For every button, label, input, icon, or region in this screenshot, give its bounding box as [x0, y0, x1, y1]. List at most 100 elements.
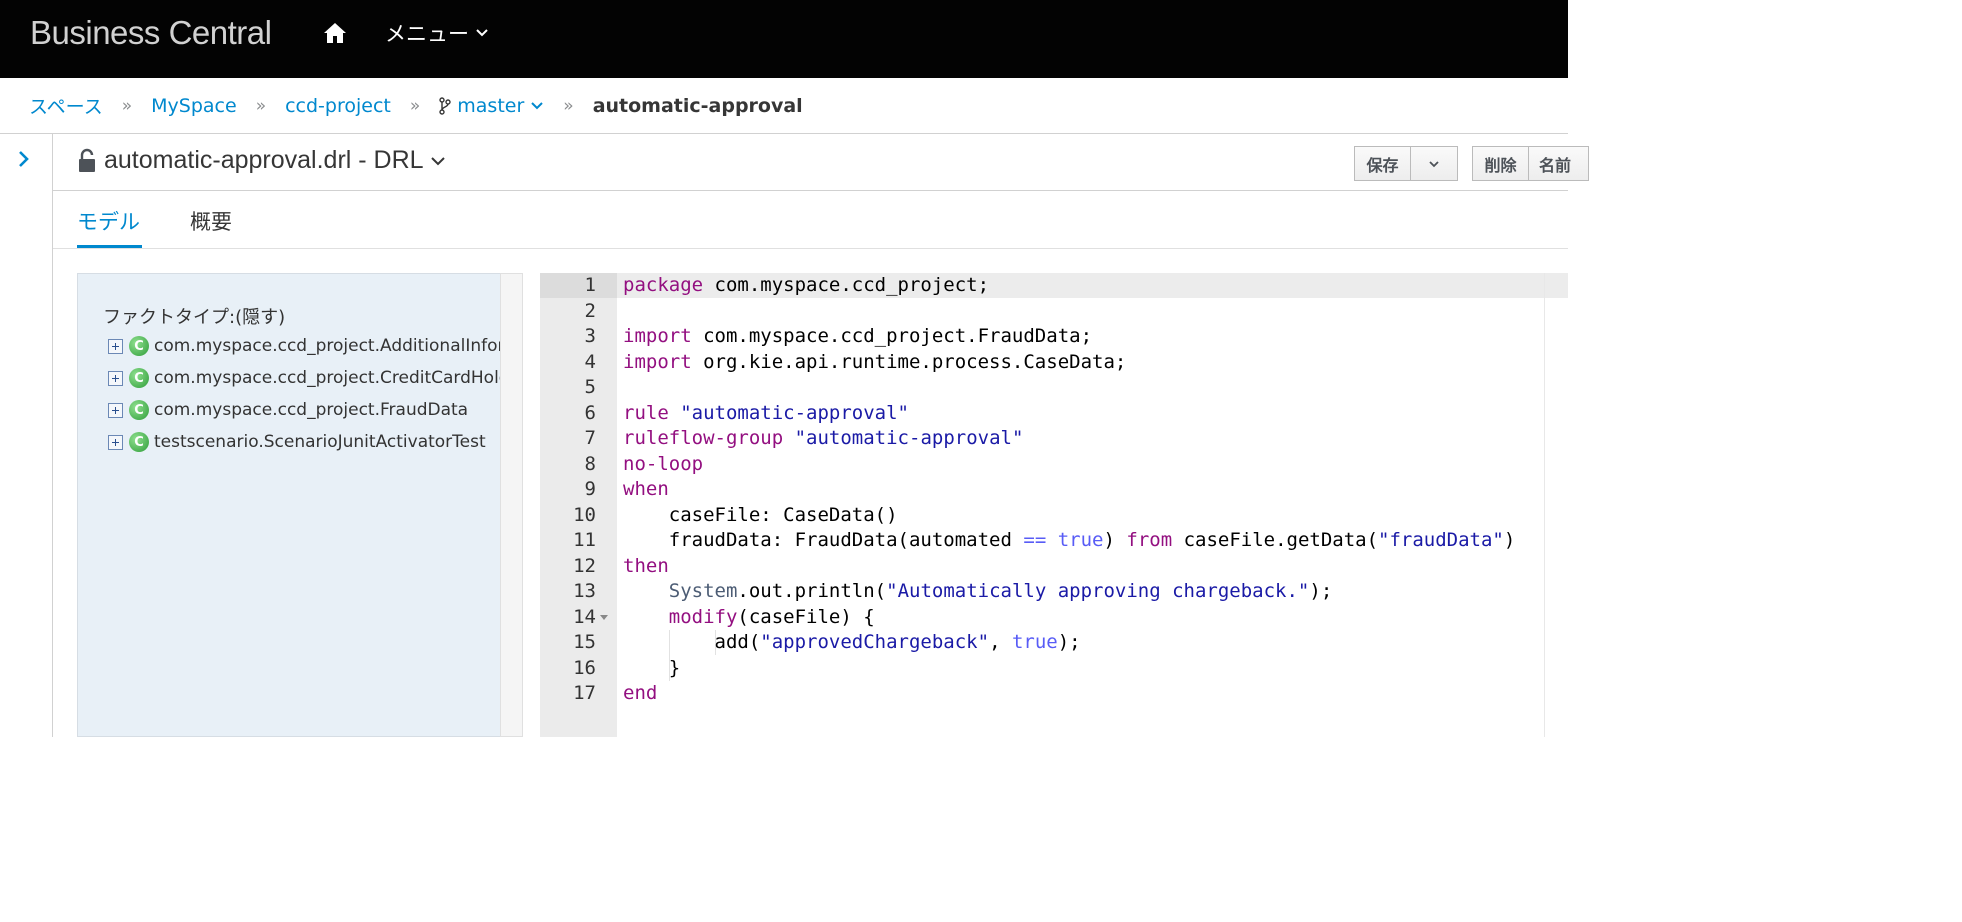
class-icon: C	[129, 368, 149, 388]
line-number: 15	[573, 631, 596, 653]
code-line[interactable]: 11 fraudData: FraudData(automated == tru…	[540, 528, 1568, 554]
branch-name: master	[457, 94, 525, 117]
line-number: 12	[573, 554, 596, 577]
fact-type-item[interactable]: C com.myspace.ccd_project.FraudData	[108, 397, 468, 423]
panel-splitter[interactable]	[500, 273, 523, 737]
code-text: then	[623, 554, 669, 577]
fact-type-item[interactable]: C testscenario.ScenarioJunitActivatorTes…	[108, 429, 486, 455]
code-text: modify(caseFile) {	[668, 605, 875, 628]
code-line[interactable]: 6 rule "automatic-approval"	[540, 401, 1568, 427]
code-text: System.out.println("Automatically approv…	[668, 580, 1333, 602]
breadcrumb-separator: »	[409, 95, 421, 116]
code-text: caseFile: CaseData()	[623, 503, 898, 526]
class-icon: C	[129, 432, 149, 452]
code-text: add("approvedChargeback", true);	[623, 631, 1081, 653]
save-button-group: 保存	[1354, 146, 1458, 181]
line-number: 6	[584, 401, 596, 424]
code-line[interactable]: 3 import com.myspace.ccd_project.FraudDat…	[540, 324, 1568, 350]
code-line[interactable]: 2	[540, 299, 1568, 325]
chevron-down-icon[interactable]	[430, 155, 446, 167]
class-icon: C	[129, 336, 149, 356]
line-number: 14	[573, 605, 596, 628]
line-number: 13	[573, 580, 596, 602]
fold-toggle-icon[interactable]	[600, 614, 608, 620]
menu-dropdown[interactable]: メニュー	[385, 18, 489, 48]
lock-icon[interactable]	[76, 148, 98, 174]
breadcrumb-separator: »	[563, 95, 574, 116]
code-editor[interactable]: 1 package com.myspace.ccd_project; 2 3 impor…	[540, 273, 1568, 737]
line-number: 16	[573, 656, 596, 679]
code-text: fraudData: FraudData(automated == true) …	[623, 529, 1516, 551]
editor-title: automatic-approval.drl - DRL	[76, 146, 446, 175]
breadcrumb-current: automatic-approval	[592, 94, 803, 117]
code-text: no-loop	[623, 452, 704, 475]
code-text: }	[623, 656, 681, 679]
code-line[interactable]: 14 modify(caseFile) {	[540, 605, 1568, 631]
delete-button[interactable]: 削除	[1472, 146, 1529, 181]
code-text: end	[623, 682, 658, 704]
menu-label: メニュー	[385, 22, 469, 46]
chevron-down-icon	[476, 29, 488, 37]
fact-type-label: com.myspace.ccd_project.AdditionalInform…	[154, 336, 500, 356]
code-line[interactable]: 7 ruleflow-group "automatic-approval"	[540, 426, 1568, 452]
tab-overview[interactable]: 概要	[190, 206, 232, 236]
branch-selector[interactable]: master	[439, 95, 544, 117]
breadcrumb-project[interactable]: ccd-project	[285, 95, 391, 117]
line-number: 4	[584, 350, 596, 373]
expand-plus-icon[interactable]	[108, 402, 123, 418]
line-number: 1	[584, 274, 596, 296]
code-line[interactable]: 15 add("approvedChargeback", true);	[540, 630, 1568, 656]
code-text: when	[623, 478, 669, 500]
divider	[53, 190, 1568, 191]
breadcrumb-separator: »	[121, 95, 133, 116]
code-line[interactable]: 9 when	[540, 477, 1568, 503]
code-line[interactable]: 16 }	[540, 656, 1568, 682]
divider	[53, 248, 1568, 249]
save-options-dropdown[interactable]	[1411, 146, 1458, 181]
line-number: 10	[573, 503, 596, 526]
code-line[interactable]: 13 System.out.println("Automatically app…	[540, 579, 1568, 605]
hide-fact-types-link[interactable]: (隠す)	[235, 307, 285, 328]
code-line[interactable]: 12 then	[540, 554, 1568, 580]
line-number: 11	[573, 529, 596, 551]
code-text: package com.myspace.ccd_project;	[623, 274, 990, 296]
breadcrumb: スペース » MySpace » ccd-project » master » …	[0, 78, 1568, 134]
fact-type-label: testscenario.ScenarioJunitActivatorTest	[154, 432, 486, 452]
line-number: 2	[584, 299, 596, 322]
chevron-down-icon	[1429, 160, 1439, 167]
brand-logo[interactable]: Business Central	[30, 14, 272, 52]
fact-type-item[interactable]: C com.myspace.ccd_project.CreditCardHold…	[108, 365, 500, 391]
code-line[interactable]: 1 package com.myspace.ccd_project;	[540, 273, 1568, 299]
editor-title-text: automatic-approval.drl - DRL	[104, 146, 424, 174]
code-text: ruleflow-group "automatic-approval"	[623, 427, 1024, 449]
code-text: import org.kie.api.runtime.process.CaseD…	[623, 350, 1127, 373]
code-line[interactable]: 8 no-loop	[540, 452, 1568, 478]
code-line[interactable]: 17 end	[540, 681, 1568, 707]
line-number: 3	[584, 325, 596, 347]
fact-types-label: ファクトタイプ:	[103, 307, 236, 328]
code-line[interactable]: 10 caseFile: CaseData()	[540, 503, 1568, 529]
breadcrumb-separator: »	[255, 95, 267, 116]
chevron-right-icon[interactable]	[16, 150, 32, 168]
expand-plus-icon[interactable]	[108, 338, 123, 354]
breadcrumb-myspace[interactable]: MySpace	[151, 95, 237, 117]
expand-plus-icon[interactable]	[108, 370, 123, 386]
code-text: rule "automatic-approval"	[623, 401, 909, 424]
fact-types-panel: ファクトタイプ:(隠す) C com.myspace.ccd_project.A…	[77, 273, 500, 737]
fact-type-item[interactable]: C com.myspace.ccd_project.AdditionalInfo…	[108, 333, 500, 359]
line-number: 7	[584, 427, 596, 449]
tab-model[interactable]: モデル	[77, 206, 140, 236]
expand-plus-icon[interactable]	[108, 434, 123, 450]
line-number: 9	[584, 478, 596, 500]
left-sidebar-collapsed	[0, 134, 53, 737]
line-number: 17	[573, 682, 596, 704]
fact-type-label: com.myspace.ccd_project.FraudData	[154, 400, 469, 420]
home-icon[interactable]	[322, 20, 348, 46]
line-number: 8	[584, 452, 596, 475]
code-line[interactable]: 5	[540, 375, 1568, 401]
actions-button-group: 削除 名前	[1472, 146, 1589, 181]
breadcrumb-spaces[interactable]: スペース	[29, 92, 103, 119]
rename-button[interactable]: 名前	[1529, 146, 1589, 181]
code-line[interactable]: 4 import org.kie.api.runtime.process.Case…	[540, 350, 1568, 376]
save-button[interactable]: 保存	[1354, 146, 1411, 181]
